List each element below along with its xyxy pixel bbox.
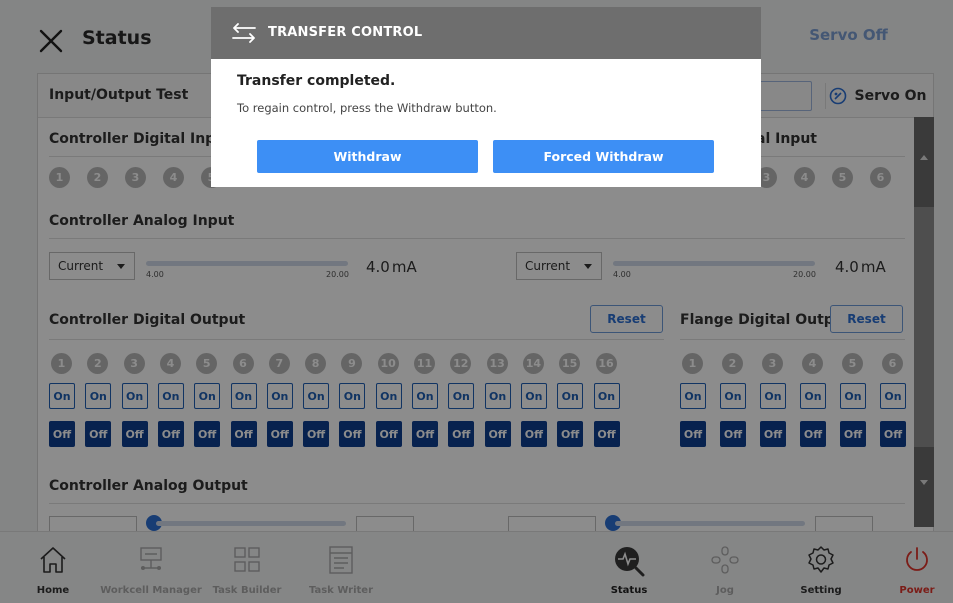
transfer-control-dialog: TRANSFER CONTROL Transfer completed. To … <box>211 7 761 187</box>
forced-withdraw-button[interactable]: Forced Withdraw <box>493 140 714 173</box>
transfer-arrows-icon <box>232 23 256 43</box>
status-screen: Status Servo Off Input/Output Test Servo… <box>0 0 953 603</box>
dialog-sub-message: To regain control, press the Withdraw bu… <box>237 101 497 115</box>
withdraw-button[interactable]: Withdraw <box>257 140 478 173</box>
dialog-message: Transfer completed. <box>237 73 396 89</box>
dialog-header: TRANSFER CONTROL <box>211 7 761 59</box>
dialog-title: TRANSFER CONTROL <box>268 25 423 40</box>
